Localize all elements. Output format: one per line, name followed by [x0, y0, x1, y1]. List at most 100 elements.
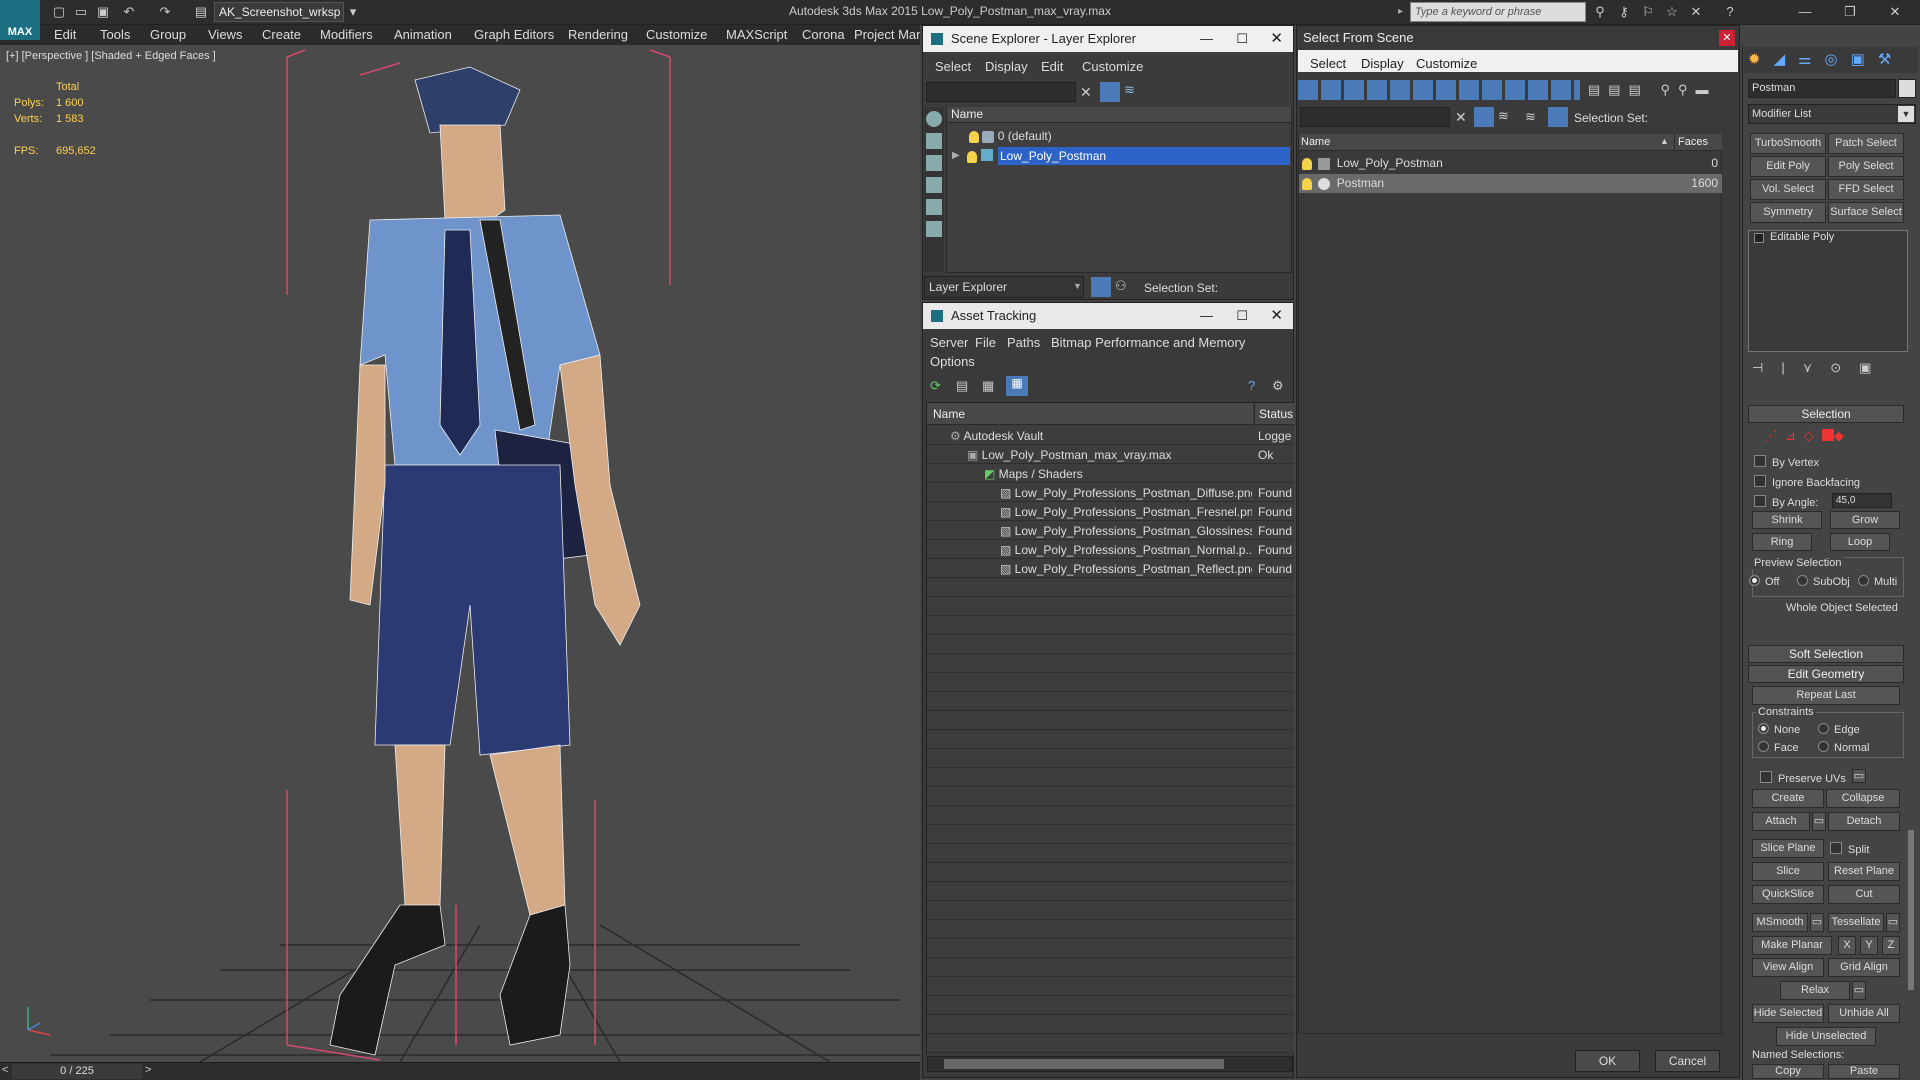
- relax-button[interactable]: Relax: [1780, 981, 1850, 1000]
- list-view-icon[interactable]: ▤: [956, 378, 972, 394]
- menu-modifiers[interactable]: Modifiers: [320, 27, 373, 42]
- workspace-dropdown-icon[interactable]: ▾: [344, 3, 362, 21]
- star-icon[interactable]: ☆: [1662, 3, 1682, 21]
- se-display-cameras-icon[interactable]: [926, 199, 942, 215]
- angle-input[interactable]: 45,0: [1832, 493, 1892, 508]
- asset-tracking-minimize-icon[interactable]: —: [1200, 303, 1213, 329]
- at-help-icon[interactable]: ?: [1248, 378, 1255, 393]
- sfs-clear-search-icon[interactable]: ✕: [1455, 109, 1467, 126]
- scene-explorer-close-icon[interactable]: ✕: [1270, 26, 1283, 52]
- undo-icon[interactable]: ↶: [120, 3, 138, 21]
- soft-selection-rollout[interactable]: Soft Selection: [1748, 645, 1904, 663]
- tessellate-button[interactable]: Tessellate: [1828, 913, 1884, 932]
- menu-rendering[interactable]: Rendering: [568, 27, 628, 42]
- asset-tracking-maximize-icon[interactable]: ☐: [1236, 303, 1248, 329]
- copy-button[interactable]: Copy: [1752, 1064, 1824, 1079]
- menu-tools[interactable]: Tools: [100, 27, 130, 42]
- preview-off-radio[interactable]: Off: [1749, 575, 1779, 588]
- relax-settings-icon[interactable]: ▭: [1852, 981, 1866, 1000]
- at-row-maxfile[interactable]: ▣ Low_Poly_Postman_max_vray.max: [967, 446, 1252, 464]
- scene-explorer-minimize-icon[interactable]: —: [1200, 26, 1213, 52]
- preserve-uvs-checkbox[interactable]: Preserve UVs: [1760, 771, 1846, 785]
- create-button[interactable]: Create: [1752, 789, 1824, 808]
- time-next-icon[interactable]: >: [145, 1064, 151, 1076]
- sfs-layers-icon[interactable]: ≋: [1498, 108, 1509, 124]
- ok-button[interactable]: OK: [1575, 1050, 1640, 1072]
- vol-select-button[interactable]: Vol. Select: [1750, 179, 1826, 200]
- open-file-icon[interactable]: ▭: [72, 3, 90, 21]
- at-row-maps[interactable]: ◩ Maps / Shaders: [984, 465, 1252, 483]
- layer-visibility-icon[interactable]: [969, 130, 979, 143]
- scene-explorer-maximize-icon[interactable]: ☐: [1236, 26, 1248, 52]
- close-icon[interactable]: ✕: [1875, 2, 1915, 22]
- ignore-backfacing-checkbox[interactable]: Ignore Backfacing: [1754, 475, 1860, 489]
- key-icon[interactable]: ⚷: [1614, 3, 1634, 21]
- modifier-list-dropdown[interactable]: Modifier List: [1748, 104, 1916, 124]
- thumbnail-view-icon[interactable]: ▦: [982, 378, 998, 394]
- at-row-map[interactable]: ▧ Low_Poly_Professions_Postman_Diffuse.p…: [1000, 484, 1252, 502]
- menu-project-manager[interactable]: Project Man: [854, 27, 920, 42]
- se-column-name[interactable]: Name: [947, 107, 1291, 123]
- constraint-normal-radio[interactable]: Normal: [1818, 741, 1869, 754]
- visibility-icon[interactable]: [1302, 177, 1312, 190]
- project-folder-icon[interactable]: ▤: [192, 3, 210, 21]
- by-angle-checkbox[interactable]: By Angle:: [1754, 495, 1818, 509]
- menu-corona[interactable]: Corona: [802, 27, 845, 42]
- asset-tracking-close-icon[interactable]: ✕: [1270, 303, 1283, 329]
- symmetry-button[interactable]: Symmetry: [1750, 202, 1826, 223]
- sfs-search-input[interactable]: [1300, 107, 1450, 127]
- table-view-icon[interactable]: ▦: [1006, 376, 1028, 396]
- detach-button[interactable]: Detach: [1828, 812, 1900, 831]
- layer-explorer-dropdown[interactable]: Layer Explorer: [924, 276, 1084, 298]
- tessellate-settings-icon[interactable]: ▭: [1886, 913, 1900, 932]
- paste-button[interactable]: Paste: [1828, 1064, 1900, 1079]
- sfs-menu-display[interactable]: Display: [1361, 56, 1404, 71]
- command-panel-tabs[interactable]: ✹◢⚌◎▣⚒: [1744, 47, 1918, 73]
- sfs-column-faces[interactable]: Faces: [1674, 134, 1722, 151]
- minimize-icon[interactable]: —: [1785, 2, 1825, 22]
- sort-ascending-icon[interactable]: ▲: [1660, 136, 1669, 146]
- modifier-list-arrow-icon[interactable]: ▼: [1898, 106, 1914, 122]
- sfs-titlebar[interactable]: Select From Scene ✕: [1297, 26, 1739, 50]
- at-menu-paths[interactable]: Paths: [1007, 335, 1040, 350]
- se-display-shapes-icon[interactable]: [926, 155, 942, 171]
- new-file-icon[interactable]: ▢: [50, 3, 68, 21]
- sfs-close-icon[interactable]: ✕: [1719, 30, 1735, 46]
- at-horizontal-scrollbar[interactable]: [927, 1056, 1293, 1072]
- se-menu-customize[interactable]: Customize: [1082, 59, 1143, 74]
- selection-rollout[interactable]: Selection: [1748, 405, 1904, 423]
- ring-button[interactable]: Ring: [1752, 533, 1812, 551]
- at-row-vault[interactable]: ⚙ Autodesk Vault: [950, 427, 1250, 445]
- repeat-last-button[interactable]: Repeat Last: [1752, 686, 1900, 705]
- restore-icon[interactable]: ❐: [1830, 2, 1870, 22]
- menu-animation[interactable]: Animation: [394, 27, 452, 42]
- at-settings-icon[interactable]: ⚙: [1272, 378, 1284, 394]
- redo-icon[interactable]: ↷: [156, 3, 174, 21]
- by-vertex-checkbox[interactable]: By Vertex: [1754, 455, 1819, 469]
- se-search-input[interactable]: [926, 82, 1076, 102]
- menu-graph-editors[interactable]: Graph Editors: [474, 27, 554, 42]
- unhide-all-button[interactable]: Unhide All: [1828, 1004, 1900, 1023]
- constraint-face-radio[interactable]: Face: [1758, 741, 1798, 754]
- at-menu-file[interactable]: File: [975, 335, 996, 350]
- patch-select-button[interactable]: Patch Select: [1828, 133, 1904, 154]
- msmooth-settings-icon[interactable]: ▭: [1810, 913, 1824, 932]
- quickslice-button[interactable]: QuickSlice: [1752, 885, 1824, 904]
- se-layers-icon[interactable]: ≋: [1124, 82, 1142, 100]
- se-row-postman-layer[interactable]: Low_Poly_Postman: [998, 147, 1290, 165]
- se-menu-display[interactable]: Display: [985, 59, 1028, 74]
- grid-align-button[interactable]: Grid Align: [1828, 958, 1900, 977]
- slice-button[interactable]: Slice: [1752, 862, 1824, 881]
- sort-by-hierarchy-icon[interactable]: [1091, 277, 1111, 297]
- stack-item-editable-poly[interactable]: Editable Poly: [1770, 231, 1834, 243]
- preview-multi-radio[interactable]: Multi: [1858, 575, 1897, 588]
- sfs-menu-select[interactable]: Select: [1310, 56, 1346, 71]
- cut-button[interactable]: Cut: [1828, 885, 1900, 904]
- hide-unselected-button[interactable]: Hide Unselected: [1776, 1027, 1876, 1046]
- help-icon[interactable]: ?: [1720, 3, 1740, 21]
- save-icon[interactable]: ▣: [94, 3, 112, 21]
- expand-arrow-icon[interactable]: ▶: [952, 150, 960, 161]
- time-prev-icon[interactable]: <: [2, 1064, 8, 1076]
- se-display-helpers-icon[interactable]: [926, 221, 942, 237]
- at-menu-server[interactable]: Server: [930, 335, 968, 350]
